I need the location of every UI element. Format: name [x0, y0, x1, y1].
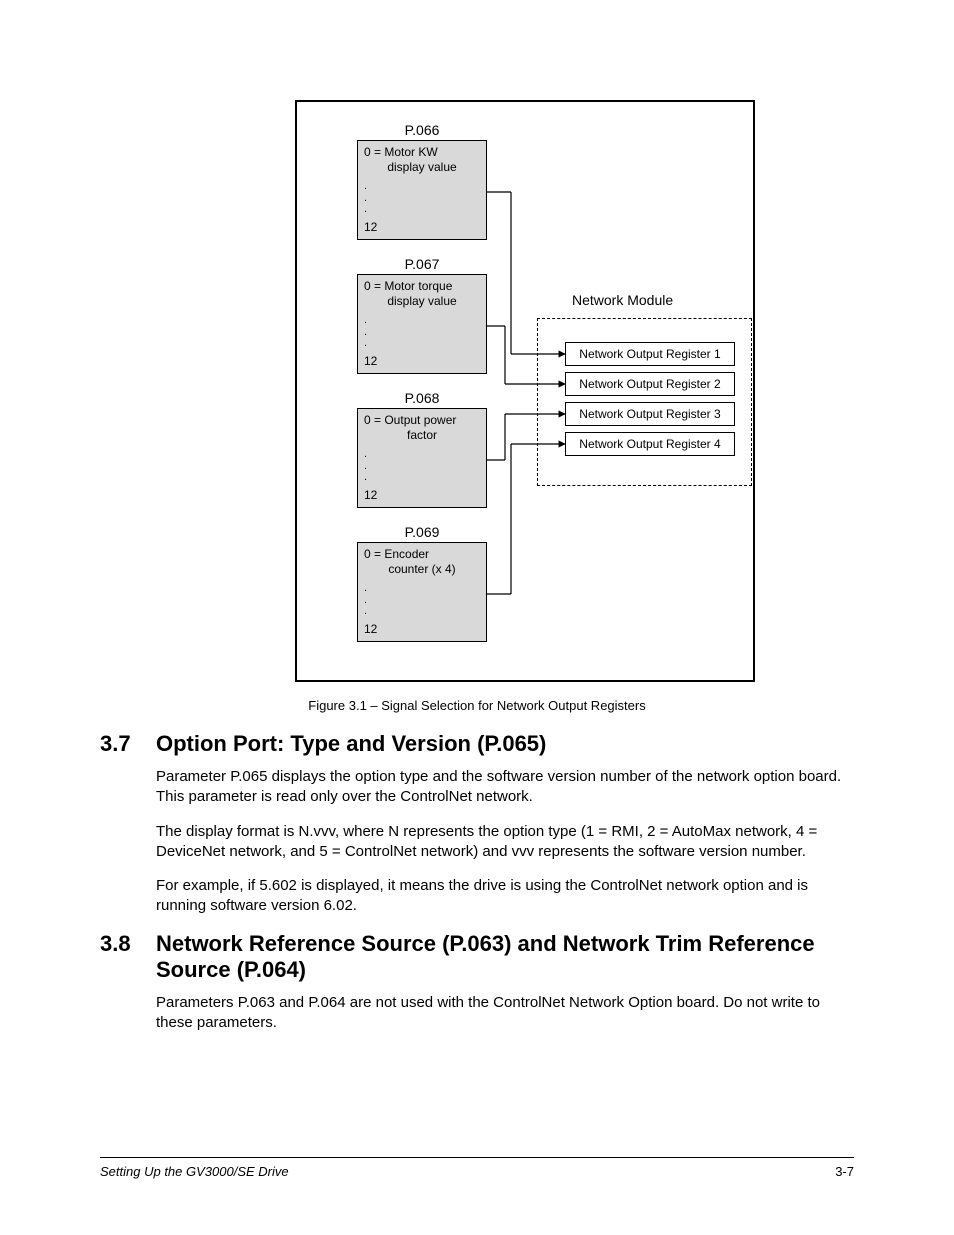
param-line: display value	[364, 160, 480, 175]
param-end: 12	[364, 622, 377, 637]
param-block-p067: P.067 0 = Motor torque display value ...…	[357, 256, 487, 374]
paragraph: The display format is N.vvv, where N rep…	[156, 822, 854, 863]
param-block-p066: P.066 0 = Motor KW display value ... 12	[357, 122, 487, 240]
param-box: 0 = Motor KW display value ... 12	[357, 140, 487, 240]
param-line: 0 = Encoder	[364, 547, 480, 562]
ellipsis: ...	[364, 449, 367, 484]
paragraph: Parameters P.063 and P.064 are not used …	[156, 993, 854, 1034]
footer-left: Setting Up the GV3000/SE Drive	[100, 1164, 289, 1179]
paragraph: For example, if 5.602 is displayed, it m…	[156, 876, 854, 917]
ellipsis: ...	[364, 583, 367, 618]
register-4: Network Output Register 4	[565, 432, 735, 456]
paragraph: Parameter P.065 displays the option type…	[156, 767, 854, 808]
param-title: P.066	[357, 122, 487, 138]
heading-title: Network Reference Source (P.063) and Net…	[156, 931, 854, 983]
param-line: display value	[364, 294, 480, 309]
footer-pagenum: 3-7	[835, 1164, 854, 1179]
heading-3-8: 3.8 Network Reference Source (P.063) and…	[100, 931, 854, 983]
heading-3-7: 3.7 Option Port: Type and Version (P.065…	[100, 731, 854, 757]
register-2: Network Output Register 2	[565, 372, 735, 396]
param-line: 0 = Output power	[364, 413, 480, 428]
ellipsis: ...	[364, 315, 367, 350]
heading-number: 3.8	[100, 931, 156, 983]
heading-number: 3.7	[100, 731, 156, 757]
param-end: 12	[364, 488, 377, 503]
param-title: P.068	[357, 390, 487, 406]
register-1: Network Output Register 1	[565, 342, 735, 366]
param-line: factor	[364, 428, 480, 443]
network-module-title: Network Module	[572, 292, 673, 308]
register-3: Network Output Register 3	[565, 402, 735, 426]
param-title: P.069	[357, 524, 487, 540]
param-box: 0 = Encoder counter (x 4) ... 12	[357, 542, 487, 642]
param-title: P.067	[357, 256, 487, 272]
param-line: 0 = Motor KW	[364, 145, 480, 160]
param-box: 0 = Motor torque display value ... 12	[357, 274, 487, 374]
ellipsis: ...	[364, 181, 367, 216]
figure-frame: P.066 0 = Motor KW display value ... 12 …	[295, 100, 755, 682]
diagram-canvas: P.066 0 = Motor KW display value ... 12 …	[297, 122, 753, 662]
param-block-p069: P.069 0 = Encoder counter (x 4) ... 12	[357, 524, 487, 642]
param-line: counter (x 4)	[364, 562, 480, 577]
heading-title: Option Port: Type and Version (P.065)	[156, 731, 546, 757]
param-end: 12	[364, 354, 377, 369]
param-block-p068: P.068 0 = Output power factor ... 12	[357, 390, 487, 508]
param-end: 12	[364, 220, 377, 235]
param-box: 0 = Output power factor ... 12	[357, 408, 487, 508]
page-footer: Setting Up the GV3000/SE Drive 3-7	[100, 1157, 854, 1179]
figure-caption: Figure 3.1 – Signal Selection for Networ…	[100, 698, 854, 713]
param-line: 0 = Motor torque	[364, 279, 480, 294]
